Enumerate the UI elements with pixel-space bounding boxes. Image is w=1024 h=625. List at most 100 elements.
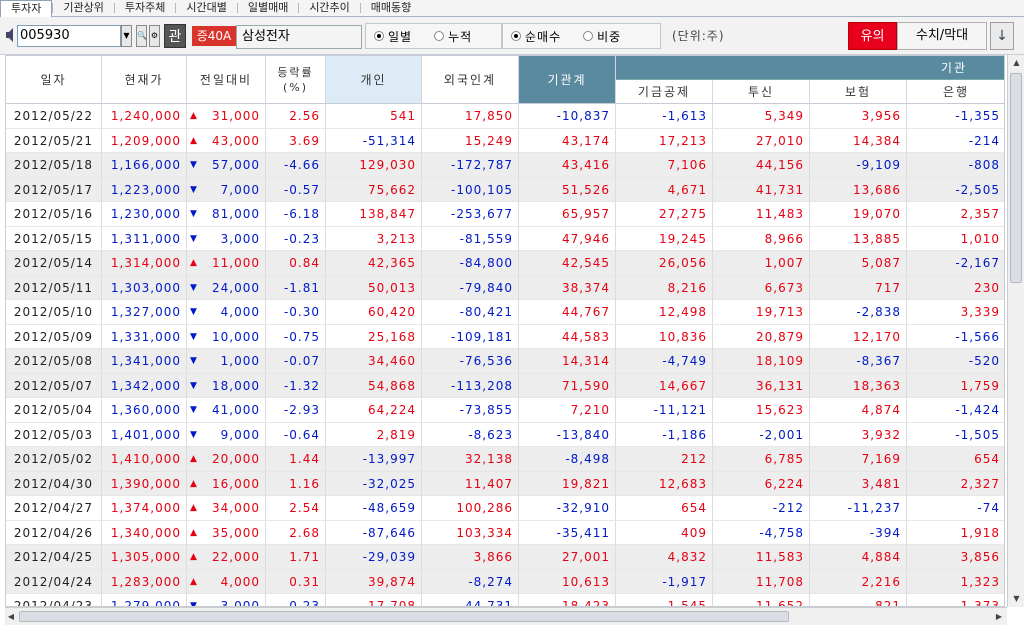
- col-change[interactable]: 전일대비: [187, 56, 266, 104]
- cell-date: 2012/04/23: [6, 594, 102, 606]
- tab-4[interactable]: 일별매매: [238, 0, 298, 16]
- cell-for: 3,866: [422, 545, 519, 569]
- table-row[interactable]: 2012/05/14 1,314,000 ▲ 11,000 0.84 42,365 -84,…: [6, 251, 1004, 276]
- cell-text: 15,249: [465, 133, 513, 148]
- table-row[interactable]: 2012/05/04 1,360,000 ▼ 41,000 -2.93 64,224 -73…: [6, 398, 1004, 423]
- table-row[interactable]: 2012/05/15 1,311,000 ▼ 3,000 -0.23 3,213 -81,5…: [6, 226, 1004, 251]
- table-row[interactable]: 2012/05/16 1,230,000 ▼ 81,000 -6.18 138,847 -2…: [6, 202, 1004, 227]
- horizontal-scrollbar[interactable]: ◀ ▶: [5, 607, 1007, 625]
- value-bar-toggle-button[interactable]: 수치/막대: [897, 22, 987, 50]
- scroll-up-icon[interactable]: ▲: [1008, 55, 1024, 71]
- download-icon[interactable]: ↓: [990, 22, 1014, 50]
- cell-text: 9,000: [220, 427, 260, 442]
- scroll-thumb[interactable]: [19, 611, 789, 622]
- table-row[interactable]: 2012/05/07 1,342,000 ▼ 18,000 -1.32 54,868 -11…: [6, 373, 1004, 398]
- cell-rate: 2.68: [266, 520, 326, 545]
- speaker-icon[interactable]: [5, 27, 17, 43]
- table-row[interactable]: 2012/05/02 1,410,000 ▲ 20,000 1.44 -13,997 32,…: [6, 447, 1004, 472]
- tab-1[interactable]: 기관상위: [53, 0, 113, 16]
- cell-text: 2012/05/15: [13, 231, 94, 246]
- cell-ind: 54,868: [326, 373, 422, 398]
- tab-6[interactable]: 매매동향: [361, 0, 421, 16]
- scroll-thumb[interactable]: [1010, 73, 1022, 283]
- table-row[interactable]: 2012/04/25 1,305,000 ▲ 22,000 1.71 -29,039 3,8…: [6, 545, 1004, 570]
- table-row[interactable]: 2012/05/18 1,166,000 ▼ 57,000 -4.66 129,030 -1…: [6, 153, 1004, 178]
- tab-bar: 투자자 기관상위 투자주체 시간대별 일별매매 시간추이 매매동향: [0, 0, 1024, 17]
- cell-tru: 6,673: [713, 275, 810, 300]
- col-pension[interactable]: 기금공제: [616, 80, 713, 104]
- cell-text: 2012/05/07: [13, 378, 94, 393]
- cell-bank: -1,566: [907, 325, 1004, 349]
- cell-text: 2012/05/03: [13, 427, 94, 442]
- radio-cumulative[interactable]: 누적: [434, 28, 472, 45]
- settings-icon[interactable]: ⚙: [149, 25, 160, 47]
- cell-text: 17,708: [368, 599, 416, 607]
- col-foreign[interactable]: 외국인계: [422, 56, 519, 104]
- radio-daily[interactable]: 일별: [374, 28, 412, 45]
- search-icon[interactable]: 🔍: [136, 25, 147, 47]
- cell-text: 1,283,000: [110, 574, 181, 589]
- col-bank[interactable]: 은행: [907, 80, 1004, 104]
- table-row[interactable]: 2012/05/21 1,209,000 ▲ 43,000 3.69 -51,314 15,…: [6, 128, 1004, 153]
- cell-text: 1,230,000: [110, 207, 181, 221]
- interest-button[interactable]: 관: [164, 24, 186, 48]
- cell-text: 1,000: [220, 354, 260, 368]
- tab-2[interactable]: 투자주체: [115, 0, 175, 16]
- cell-ind: -32,025: [326, 471, 422, 496]
- cell-tru: 6,785: [713, 447, 810, 471]
- cell-change: ▼ 18,000: [187, 373, 266, 398]
- dropdown-arrow-icon[interactable]: ▼: [121, 25, 132, 47]
- scroll-right-icon[interactable]: ▶: [993, 609, 1005, 625]
- tab-0[interactable]: 투자자: [0, 0, 53, 17]
- cell-text: -0.57: [283, 182, 320, 197]
- cell-text: 1,360,000: [110, 403, 181, 417]
- scroll-left-icon[interactable]: ◀: [5, 609, 17, 625]
- radio-ratio[interactable]: 비중: [583, 28, 621, 45]
- table-row[interactable]: 2012/05/11 1,303,000 ▼ 24,000 -1.81 50,013 -79…: [6, 275, 1004, 300]
- cell-date: 2012/05/22: [6, 104, 102, 128]
- col-institution[interactable]: 기관계: [519, 56, 616, 104]
- cell-text: -76,536: [459, 354, 513, 368]
- col-date[interactable]: 일자: [6, 56, 102, 104]
- col-individual[interactable]: 개인: [326, 56, 422, 104]
- col-trust[interactable]: 투신: [713, 80, 810, 104]
- col-price[interactable]: 현재가: [102, 56, 187, 104]
- tab-3[interactable]: 시간대별: [176, 0, 236, 16]
- vertical-scrollbar[interactable]: ▲ ▼: [1007, 55, 1024, 607]
- table-row[interactable]: 2012/05/17 1,223,000 ▼ 7,000 -0.57 75,662 -100…: [6, 177, 1004, 202]
- table-row[interactable]: 2012/05/08 1,341,000 ▼ 1,000 -0.07 34,460 -76,…: [6, 349, 1004, 374]
- cell-price: 1,360,000: [102, 398, 187, 422]
- scroll-down-icon[interactable]: ▼: [1008, 591, 1024, 607]
- table-row[interactable]: 2012/04/26 1,340,000 ▲ 35,000 2.68 -87,646 103…: [6, 520, 1004, 545]
- caution-button[interactable]: 유의: [848, 22, 897, 50]
- cell-text: 1,545: [667, 599, 707, 607]
- unit-label: (단위:주): [672, 29, 725, 43]
- cell-pen: -1,613: [616, 104, 713, 128]
- col-insurance[interactable]: 보험: [810, 80, 907, 104]
- table-row[interactable]: 2012/04/27 1,374,000 ▲ 34,000 2.54 -48,659 100…: [6, 496, 1004, 521]
- cell-change: ▲ 11,000: [187, 251, 266, 275]
- cell-ins: 5,087: [810, 251, 907, 275]
- radio-net-buy[interactable]: 순매수: [511, 28, 561, 45]
- down-arrow-icon: ▼: [190, 380, 198, 391]
- cell-bank: -74: [907, 496, 1004, 520]
- table-row[interactable]: 2012/05/10 1,327,000 ▼ 4,000 -0.30 60,420 -80,…: [6, 300, 1004, 325]
- cell-text: 4,000: [220, 574, 260, 589]
- cell-rate: -0.57: [266, 177, 326, 202]
- col-rate[interactable]: 등락률 (%): [266, 56, 326, 104]
- cell-ins: 821: [810, 594, 907, 606]
- cell-pen: 4,832: [616, 545, 713, 569]
- table-row[interactable]: 2012/04/24 1,283,000 ▲ 4,000 0.31 39,874 -8,27…: [6, 569, 1004, 594]
- cell-date: 2012/05/21: [6, 128, 102, 153]
- stock-code-input[interactable]: 005930: [17, 25, 121, 47]
- table-row[interactable]: 2012/04/30 1,390,000 ▲ 16,000 1.16 -32,025 11,…: [6, 471, 1004, 496]
- tab-5[interactable]: 시간추이: [299, 0, 359, 16]
- cell-text: 2,819: [376, 427, 416, 442]
- cell-price: 1,327,000: [102, 300, 187, 324]
- table-row[interactable]: 2012/05/22 1,240,000 ▲ 31,000 2.56 541 17,850 -…: [6, 104, 1004, 129]
- table-row[interactable]: 2012/04/23 1,279,000 ▼ 3,000 -0.23 17,708 -44,…: [6, 594, 1004, 607]
- cell-change: ▲ 34,000: [187, 496, 266, 520]
- table-row[interactable]: 2012/05/03 1,401,000 ▼ 9,000 -0.64 2,819 -8,62…: [6, 422, 1004, 447]
- table-row[interactable]: 2012/05/09 1,331,000 ▼ 10,000 -0.75 25,168 -10…: [6, 324, 1004, 349]
- cell-date: 2012/05/08: [6, 349, 102, 373]
